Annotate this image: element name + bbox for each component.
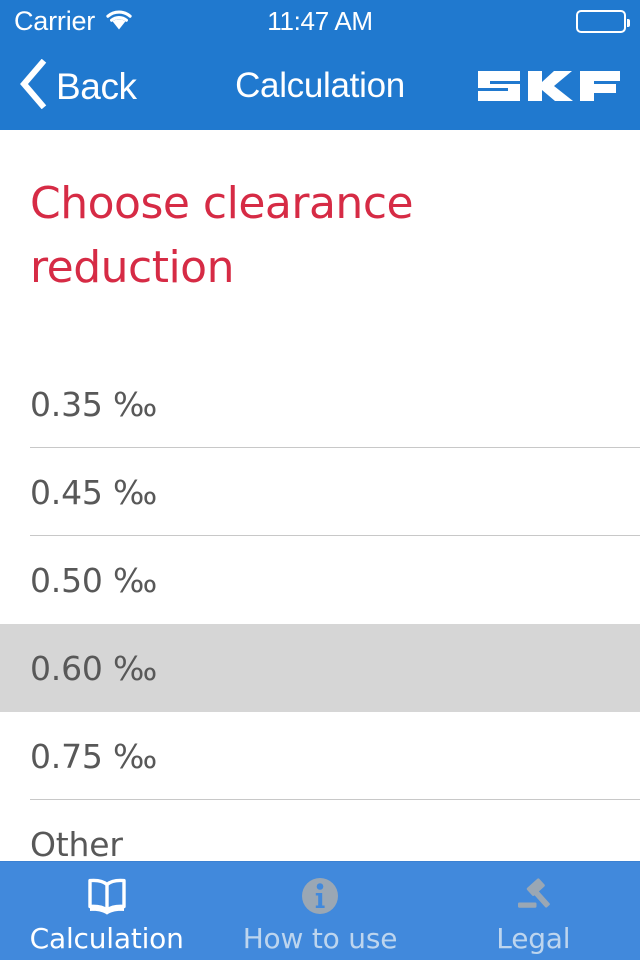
info-circle-icon — [298, 874, 342, 918]
tab-calculation[interactable]: Calculation — [0, 862, 213, 960]
tab-how-to-use[interactable]: How to use — [213, 862, 426, 960]
wifi-icon — [104, 8, 134, 35]
back-button[interactable]: Back — [18, 58, 137, 113]
content-area: Choose clearance reduction 0.35 ‰ 0.45 ‰… — [0, 130, 640, 861]
tab-calculation-label: Calculation — [29, 921, 184, 955]
skf-logo — [476, 63, 622, 109]
book-icon — [84, 874, 130, 918]
list-item-label: Other — [30, 824, 123, 862]
list-item-label: 0.35 ‰ — [30, 384, 158, 424]
page-title: Choose clearance reduction — [30, 178, 414, 293]
status-bar: Carrier 11:47 AM — [0, 0, 640, 42]
app-screen: Carrier 11:47 AM Back Calculation Choose… — [0, 0, 640, 960]
clearance-reduction-option-list: 0.35 ‰ 0.45 ‰ 0.50 ‰ 0.60 ‰ 0.75 ‰ Other — [0, 360, 640, 861]
back-button-label: Back — [56, 65, 137, 107]
list-item-label: 0.50 ‰ — [30, 560, 158, 600]
tab-how-to-use-label: How to use — [242, 921, 398, 955]
list-item-label: 0.45 ‰ — [30, 472, 158, 512]
tab-legal-label: Legal — [496, 921, 571, 955]
list-item-selected[interactable]: 0.60 ‰ — [0, 624, 640, 712]
battery-icon — [576, 9, 630, 33]
tab-bar: Calculation How to use Legal — [0, 861, 640, 960]
list-item[interactable]: Other — [0, 800, 640, 861]
list-item-label: 0.60 ‰ — [30, 648, 158, 688]
list-item-label: 0.75 ‰ — [30, 736, 158, 776]
navigation-bar: Back Calculation — [0, 42, 640, 130]
status-bar-left: Carrier — [14, 5, 134, 36]
status-bar-right — [576, 9, 630, 33]
gavel-icon — [509, 874, 557, 918]
list-item[interactable]: 0.75 ‰ — [0, 712, 640, 800]
list-item[interactable]: 0.50 ‰ — [0, 536, 640, 624]
carrier-label: Carrier — [14, 5, 96, 36]
chevron-left-icon — [18, 58, 48, 113]
tab-legal[interactable]: Legal — [427, 862, 640, 960]
list-item[interactable]: 0.35 ‰ — [0, 360, 640, 448]
list-item[interactable]: 0.45 ‰ — [0, 448, 640, 536]
